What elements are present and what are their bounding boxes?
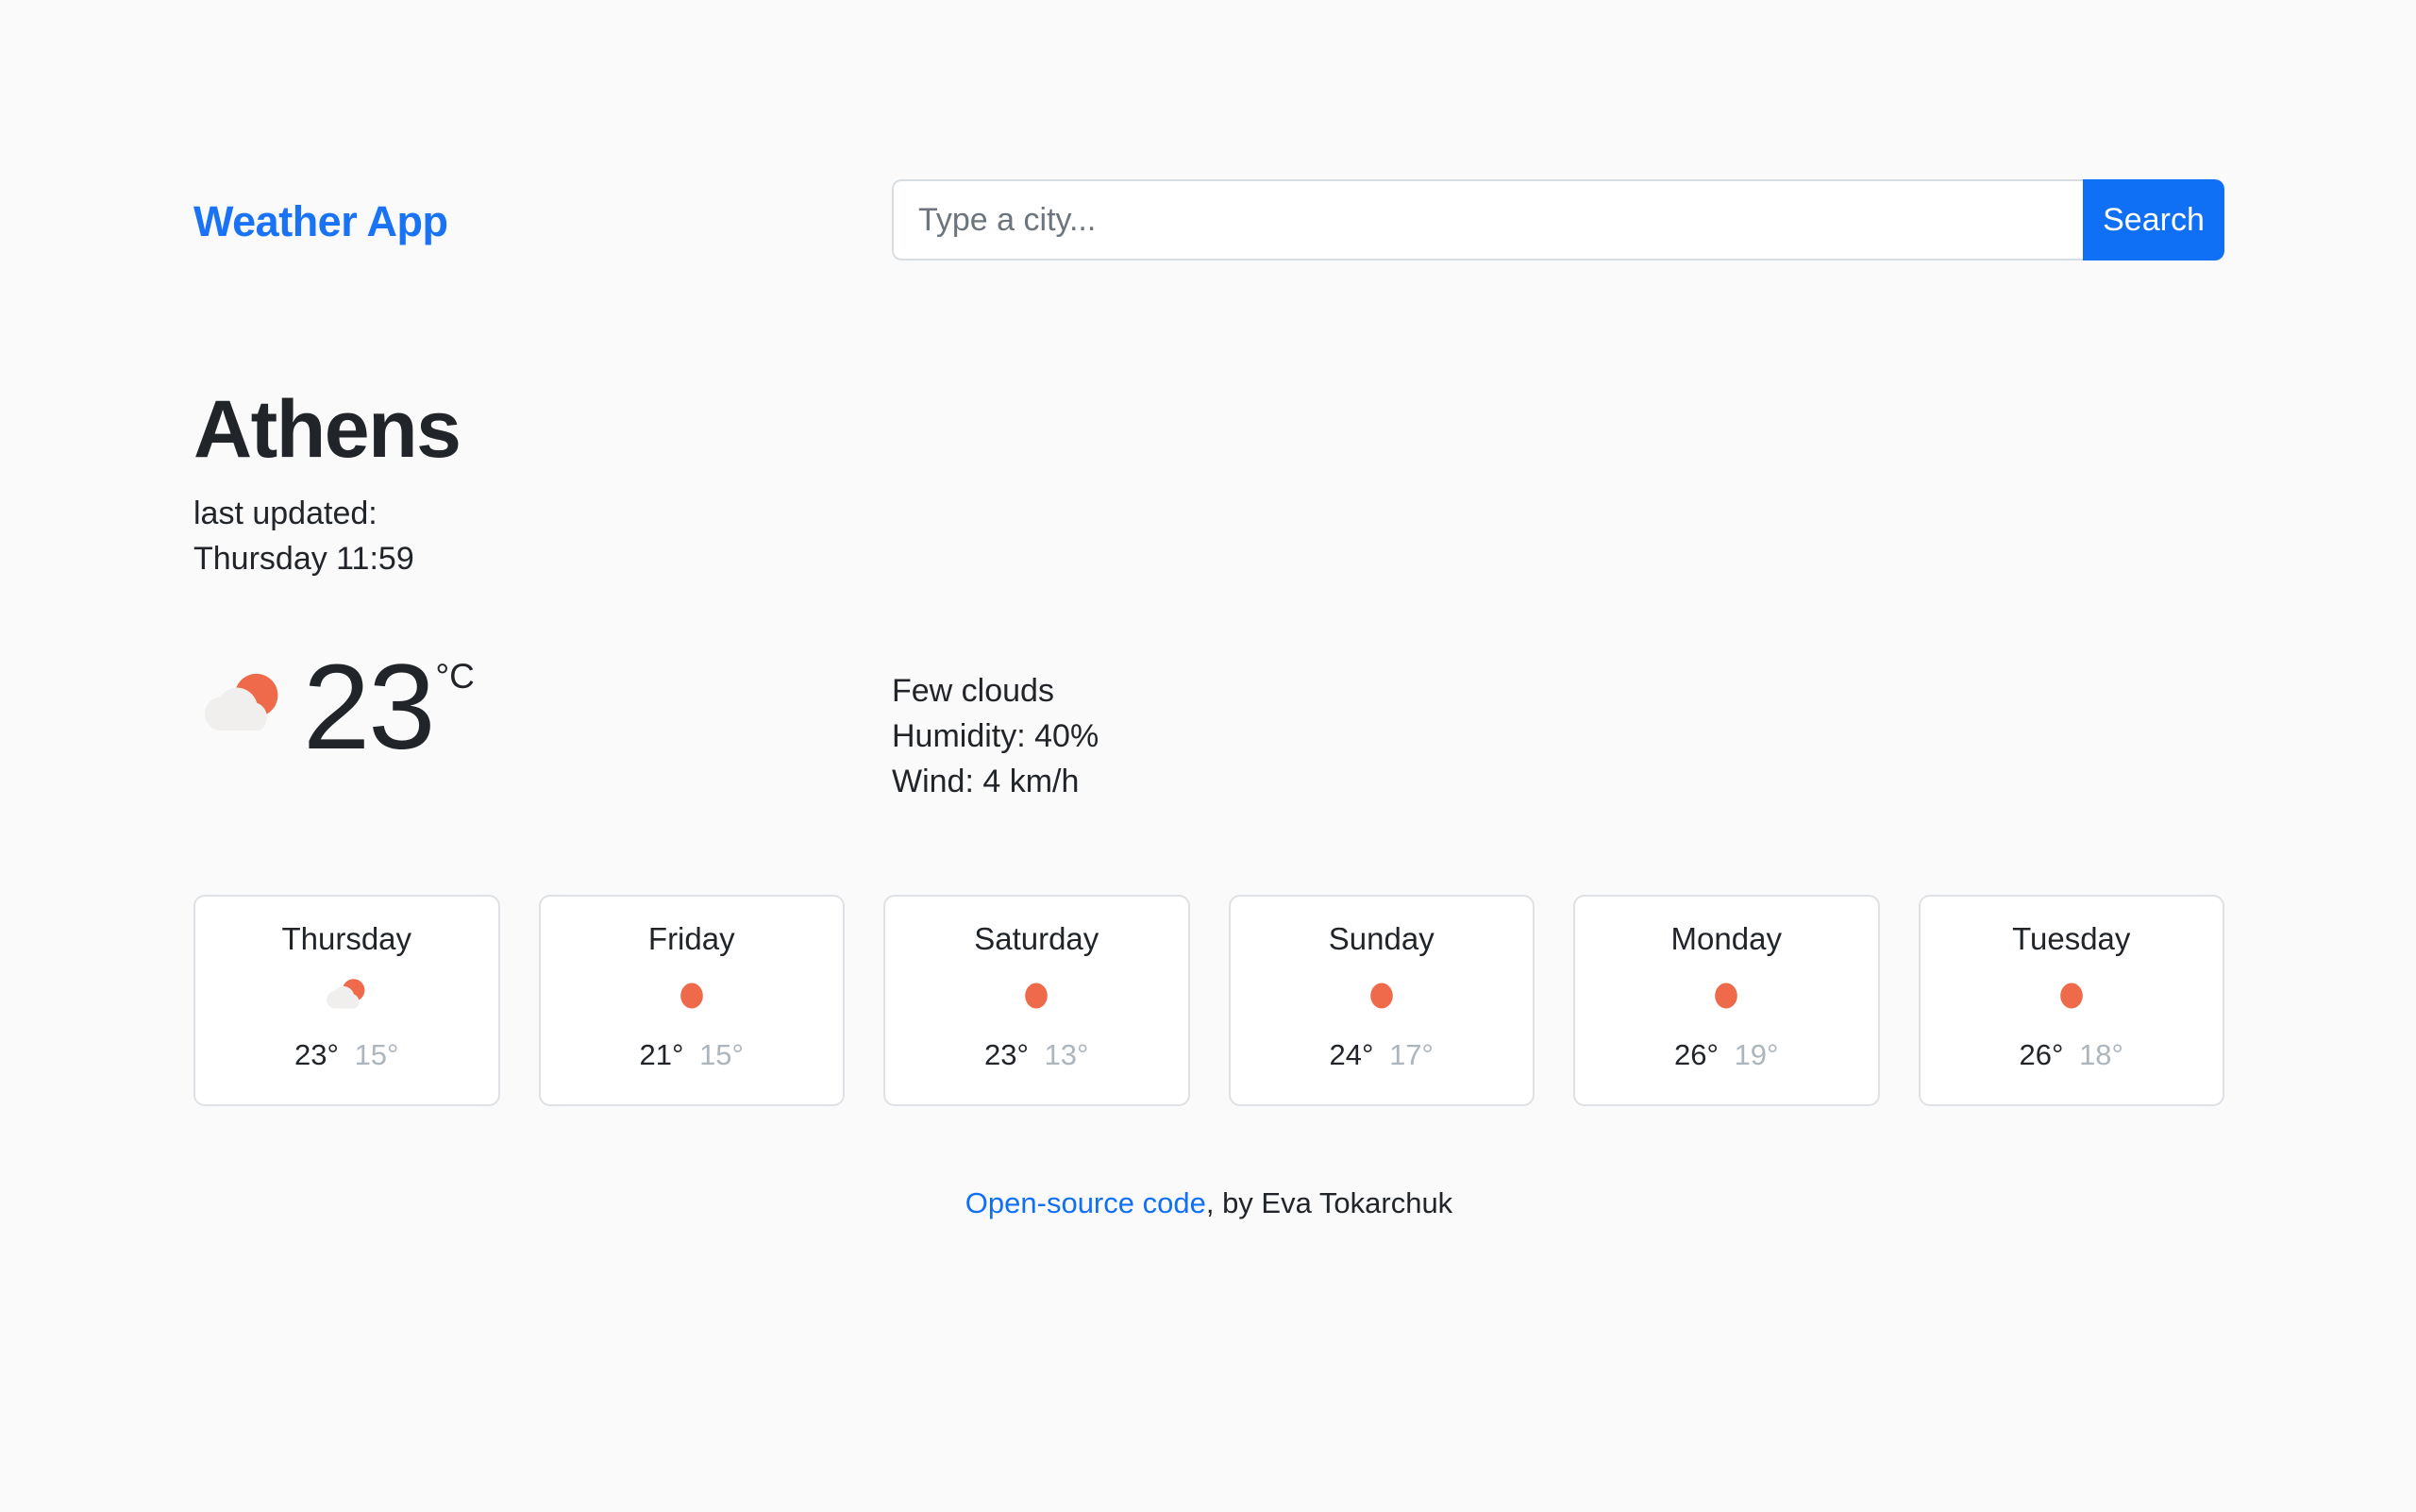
sun-icon [2046,970,2097,1021]
search-form[interactable]: Search [892,179,2224,260]
forecast-card: Sunday 24° 17° [1228,895,1535,1106]
temperature-unit: °C [435,657,475,696]
app-header: Weather App Search [193,179,2224,264]
forecast-max-temp: 23° [984,1038,1029,1071]
city-name: Athens [193,384,461,475]
sun-icon [1011,970,1062,1021]
forecast-min-temp: 15° [699,1038,744,1071]
forecast-min-temp: 18° [2079,1038,2123,1071]
forecast-day: Thursday [281,921,412,956]
forecast-day: Friday [647,921,735,956]
forecast-max-temp: 21° [639,1038,684,1071]
search-button[interactable]: Search [2083,179,2224,260]
forecast-day: Tuesday [2012,921,2131,956]
current-weather: 23 °C Few clouds Humidity: 40% Wind: 4 k… [193,640,2224,804]
sun-icon [666,970,717,1021]
humidity-value: Humidity: 40% [892,718,1099,754]
forecast-temps: 21° 15° [640,1038,744,1072]
last-updated-label: last updated: [193,496,378,531]
sun-behind-cloud-icon [193,657,292,760]
forecast-day: Monday [1670,921,1782,956]
forecast-card: Friday 21° 15° [538,895,845,1106]
app-title: Weather App [193,197,448,245]
current-weather-main: 23 °C [193,640,475,775]
weather-description: Few clouds [892,673,1054,709]
forecast-min-temp: 19° [1734,1038,1779,1071]
forecast-min-temp: 15° [354,1038,399,1071]
sun-behind-cloud-icon [321,970,372,1021]
forecast-card: Monday 26° 19° [1573,895,1880,1106]
forecast-temps: 26° 18° [2020,1038,2123,1072]
forecast-card: Tuesday 26° 18° [1918,895,2224,1106]
wind-value: Wind: 4 km/h [892,764,1080,799]
footer-author: , by Eva Tokarchuk [1205,1186,1453,1219]
forecast-temps: 24° 17° [1330,1038,1434,1072]
forecast-max-temp: 24° [1329,1038,1374,1071]
forecast-min-temp: 13° [1044,1038,1089,1071]
last-updated: last updated: Thursday 11:59 [193,491,414,581]
current-temperature: 23 °C [303,640,475,775]
forecast-temps: 26° 19° [1674,1038,1778,1072]
forecast-card: Saturday 23° 13° [883,895,1190,1106]
search-input[interactable] [892,179,2083,260]
footer: Open-source code, by Eva Tokarchuk [193,1184,2224,1222]
sun-icon [1356,970,1407,1021]
forecast-min-temp: 17° [1389,1038,1434,1071]
forecast-day: Saturday [974,921,1099,956]
forecast-max-temp: 23° [294,1038,339,1071]
weather-app-page: Weather App Search Athens last updated: … [0,0,2416,1512]
open-source-link[interactable]: Open-source code [965,1186,1206,1219]
forecast-card: Thursday 23° 15° [193,895,500,1106]
forecast-row: Thursday 23° 15° Friday 21° 15° Saturday… [193,895,2224,1106]
temperature-value: 23 [303,640,435,775]
sun-icon [1701,970,1752,1021]
forecast-max-temp: 26° [2019,1038,2064,1071]
forecast-max-temp: 26° [1674,1038,1719,1071]
current-weather-details: Few clouds Humidity: 40% Wind: 4 km/h [892,668,1099,804]
forecast-temps: 23° 15° [294,1038,398,1072]
forecast-day: Sunday [1328,921,1434,956]
forecast-temps: 23° 13° [984,1038,1088,1072]
last-updated-time: Thursday 11:59 [193,541,414,577]
